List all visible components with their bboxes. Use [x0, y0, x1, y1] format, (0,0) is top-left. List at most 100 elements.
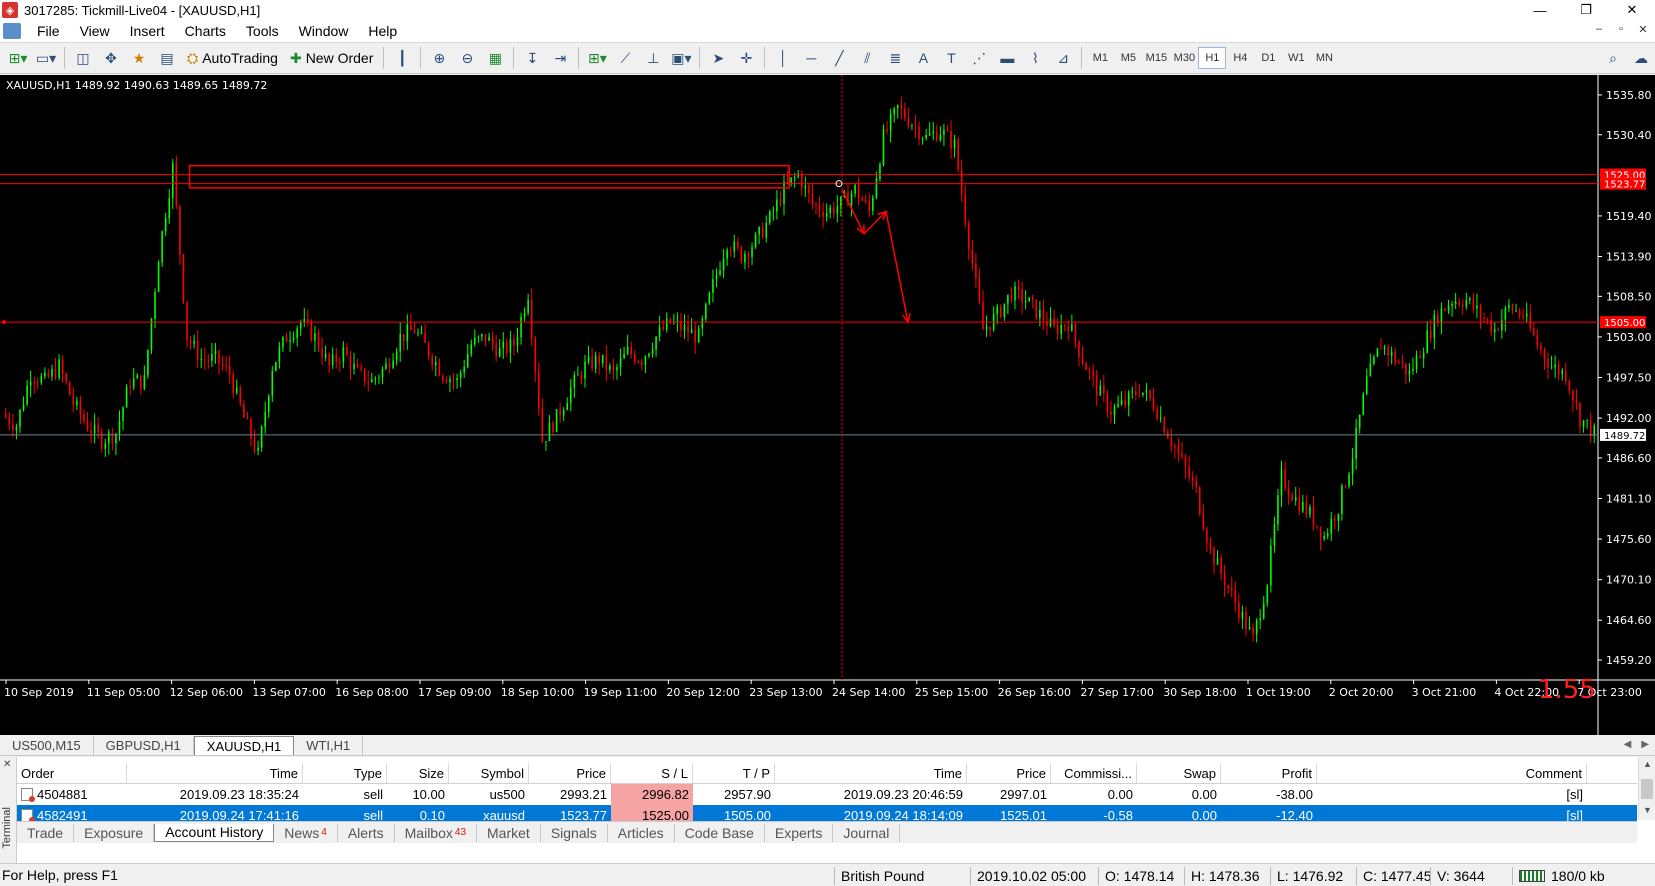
chart-canvas[interactable]: 1535.80 1530.40 1519.40 1513.90 1508.50 1503.…	[0, 75, 1655, 735]
terminal-tab-news[interactable]: News 4	[274, 823, 338, 842]
column-header[interactable]: Time	[127, 763, 303, 783]
menu-insert[interactable]: Insert	[120, 23, 175, 39]
navigator-icon[interactable]: ✥	[99, 46, 123, 70]
terminal-tab-code-base[interactable]: Code Base	[675, 823, 765, 842]
minimize-button[interactable]: —	[1517, 0, 1563, 20]
column-header[interactable]: Price	[967, 763, 1051, 783]
terminal-tab-market[interactable]: Market	[477, 823, 541, 842]
timeframe-w1[interactable]: W1	[1282, 47, 1310, 69]
timeframe-m15[interactable]: M15	[1142, 47, 1170, 69]
scroll-thumb[interactable]	[1641, 779, 1653, 799]
horizontal-line-icon[interactable]: ─	[799, 46, 823, 70]
indicators-icon[interactable]: ⊞▾	[585, 46, 609, 70]
mdi-restore-button[interactable]: ▫	[1613, 23, 1629, 36]
menu-tools[interactable]: Tools	[236, 23, 289, 39]
terminal-scrollbar[interactable]: ▲ ▼	[1638, 757, 1655, 820]
data-window-icon[interactable]: ★	[127, 46, 151, 70]
periods-icon[interactable]: ⟋	[613, 46, 637, 70]
terminal-tab-trade[interactable]: Trade	[17, 823, 75, 842]
new-chart-icon[interactable]: ⊞▾	[6, 46, 30, 70]
column-header[interactable]: Type	[303, 763, 387, 783]
restore-button[interactable]: ❐	[1563, 0, 1609, 20]
timeframe-h1[interactable]: H1	[1198, 47, 1227, 69]
tab-scroll-left-icon[interactable]: ◀	[1624, 739, 1632, 750]
templates-icon[interactable]: ▣▾	[669, 46, 693, 70]
price-chart[interactable]: 1535.80 1530.40 1519.40 1513.90 1508.50 1503.…	[0, 75, 1655, 735]
terminal-tab-journal[interactable]: Journal	[833, 823, 901, 842]
column-header[interactable]: S / L	[611, 763, 693, 783]
new-order-button[interactable]: ✚ New Order	[286, 46, 377, 70]
column-header[interactable]: Size	[387, 763, 449, 783]
close-button[interactable]: ✕	[1609, 0, 1655, 20]
cursor-icon[interactable]: ➤	[706, 46, 730, 70]
candle-body	[886, 129, 888, 131]
market-watch-icon[interactable]: ◫	[71, 46, 95, 70]
terminal-tab-mailbox[interactable]: Mailbox 43	[395, 823, 478, 842]
crosshair-icon[interactable]: ✛	[734, 46, 758, 70]
table-row[interactable]: 4504881 2019.09.23 18:35:24 sell 10.00 us500…	[17, 784, 1637, 805]
timeframe-h4[interactable]: H4	[1226, 47, 1254, 69]
tile-windows-icon[interactable]: ▦	[483, 46, 507, 70]
menu-view[interactable]: View	[70, 23, 120, 39]
menu-file[interactable]: File	[27, 23, 70, 39]
timeframe-m1[interactable]: M1	[1086, 47, 1114, 69]
status-profile[interactable]: British Pound	[834, 867, 964, 885]
auto-scroll-icon[interactable]: ↧	[520, 46, 544, 70]
terminal-tab-experts[interactable]: Experts	[765, 823, 834, 842]
terminal-close-icon[interactable]: ✕	[3, 759, 11, 770]
zoom-out-icon[interactable]: ⊖	[455, 46, 479, 70]
column-header[interactable]: Price	[529, 763, 611, 783]
autotrading-button[interactable]: ⛭ AutoTrading	[183, 46, 282, 70]
rectangle-icon[interactable]: ▬	[995, 46, 1019, 70]
menu-charts[interactable]: Charts	[175, 23, 236, 39]
tab-scroll-right-icon[interactable]: ▶	[1641, 739, 1649, 750]
chart-tab-gbpusd[interactable]: GBPUSD,H1	[94, 736, 194, 755]
text-icon[interactable]: A	[911, 46, 935, 70]
mdi-minimize-button[interactable]: –	[1591, 23, 1607, 36]
status-connection[interactable]: 180/0 kb	[1512, 867, 1652, 885]
equidistant-channel-icon[interactable]: ⫽	[855, 46, 879, 70]
period-separators-icon[interactable]: ⊥	[641, 46, 665, 70]
bar-chart-icon[interactable]: ┃	[390, 46, 414, 70]
column-header[interactable]: Profit	[1221, 763, 1317, 783]
timeframe-mn[interactable]: MN	[1310, 47, 1338, 69]
timeframe-m5[interactable]: M5	[1114, 47, 1142, 69]
profiles-icon[interactable]: ▭▾	[34, 46, 58, 70]
menu-window[interactable]: Window	[289, 23, 359, 39]
column-header[interactable]: T / P	[693, 763, 775, 783]
timeframe-m30[interactable]: M30	[1170, 47, 1198, 69]
chart-tab-wti[interactable]: WTI,H1	[294, 736, 364, 755]
chat-icon[interactable]: ☁	[1629, 46, 1653, 70]
scroll-down-icon[interactable]: ▼	[1643, 805, 1652, 815]
column-header[interactable]: Time	[775, 763, 967, 783]
column-header[interactable]: Swap	[1137, 763, 1221, 783]
chart-tab-xauusd[interactable]: XAUUSD,H1	[193, 736, 295, 755]
timeframe-d1[interactable]: D1	[1254, 47, 1282, 69]
fibonacci-icon[interactable]: ≣	[883, 46, 907, 70]
zoom-in-icon[interactable]: ⊕	[427, 46, 451, 70]
column-header[interactable]: Order	[17, 763, 127, 783]
terminal-icon[interactable]: ▤	[155, 46, 179, 70]
new-order-icon: ✚	[289, 49, 302, 66]
search-icon[interactable]: ⌕	[1601, 46, 1625, 70]
terminal-tab-alerts[interactable]: Alerts	[338, 823, 395, 842]
terminal-tab-account-history[interactable]: Account History	[154, 823, 275, 842]
terminal-tab-articles[interactable]: Articles	[608, 823, 675, 842]
chart-tab-us500[interactable]: US500,M15	[0, 736, 94, 755]
column-header[interactable]: Symbol	[449, 763, 529, 783]
vertical-line-icon[interactable]: │	[771, 46, 795, 70]
chart-window-icon[interactable]	[3, 23, 21, 39]
column-header[interactable]: Commissi...	[1051, 763, 1137, 783]
trendline-icon[interactable]: ╱	[827, 46, 851, 70]
text-label-icon[interactable]: T	[939, 46, 963, 70]
terminal-tab-exposure[interactable]: Exposure	[74, 823, 155, 842]
fibo-fan-icon[interactable]: ⋰	[967, 46, 991, 70]
mdi-close-button[interactable]: ✕	[1635, 23, 1651, 36]
gann-icon[interactable]: ⌇	[1023, 46, 1047, 70]
scroll-up-icon[interactable]: ▲	[1643, 759, 1652, 769]
column-header[interactable]: Comment	[1317, 763, 1587, 783]
arrows-icon[interactable]: ⊿	[1051, 46, 1075, 70]
terminal-tab-signals[interactable]: Signals	[541, 823, 608, 842]
chart-shift-icon[interactable]: ⇥	[548, 46, 572, 70]
menu-help[interactable]: Help	[358, 23, 407, 39]
